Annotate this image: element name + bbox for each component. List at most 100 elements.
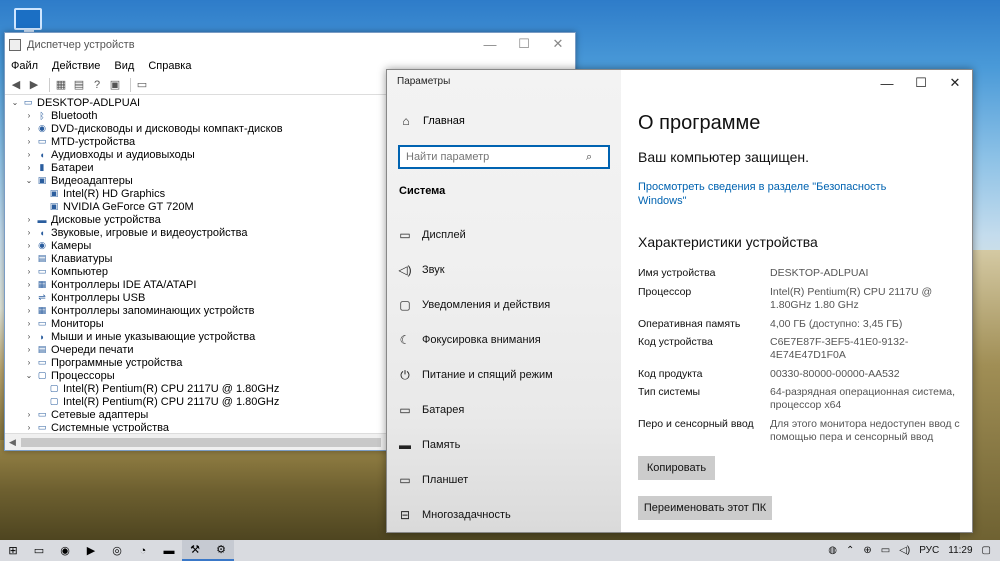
chevron-right-icon[interactable]: ›	[23, 137, 35, 146]
chevron-right-icon[interactable]: ›	[23, 319, 35, 328]
spec-value[interactable]: Intel(R) Pentium(R) CPU 2117U @ 1.80GHz …	[770, 286, 960, 312]
device-manager-taskbar-icon[interactable]: ⚒	[182, 540, 208, 561]
search-icon[interactable]: ⌕	[586, 151, 592, 164]
rename-pc-button[interactable]: Переименовать этот ПК	[638, 496, 772, 520]
chevron-right-icon[interactable]: ›	[23, 293, 35, 302]
display-icon: ▭	[399, 228, 411, 242]
chevron-down-icon[interactable]: ⌄	[9, 98, 21, 107]
back-arrow-icon[interactable]: ◀	[9, 78, 23, 92]
file-explorer-icon[interactable]: ▬	[156, 540, 182, 561]
media-player-icon[interactable]: ▶	[78, 540, 104, 561]
task-view-icon[interactable]: ▭	[26, 540, 52, 561]
app-circle-icon[interactable]: ◉	[52, 540, 78, 561]
nav-item[interactable]: ▭ Планшет	[398, 473, 468, 487]
maximize-icon[interactable]: ☐	[507, 33, 541, 55]
view-list-icon[interactable]: ▣	[108, 78, 122, 92]
battery-icon: ▮	[39, 162, 45, 172]
nav-item[interactable]: ▭ Дисплей	[398, 228, 465, 242]
wallpaper-dune-left	[0, 440, 390, 540]
spec-key: Код продукта	[638, 368, 703, 380]
language-indicator[interactable]: РУС	[919, 545, 939, 556]
nav-item[interactable]: ▬ Память	[398, 438, 460, 452]
chevron-right-icon[interactable]: ›	[23, 306, 35, 315]
chrome-icon[interactable]: ◎	[104, 540, 130, 561]
nav-item[interactable]: ⊟ Многозадачность	[398, 508, 511, 522]
chevron-right-icon[interactable]: ›	[23, 241, 35, 250]
notifications-icon[interactable]: ▢	[982, 545, 991, 556]
people-icon[interactable]: ◍	[828, 545, 837, 556]
volume-icon[interactable]: ◁)	[899, 545, 910, 556]
search-box[interactable]: ⌕	[398, 145, 610, 169]
chevron-right-icon[interactable]: ›	[23, 332, 35, 341]
clock[interactable]: 11:29	[948, 545, 972, 556]
monitor-icon[interactable]: ▭	[135, 78, 149, 92]
show-hide-tree-icon[interactable]: ▤	[72, 78, 86, 92]
network-adapter-icon: ▭	[37, 409, 47, 419]
spec-value[interactable]: 00330-80000-00000-AA532	[770, 368, 960, 381]
spec-value[interactable]: DESKTOP-ADLPUAI	[770, 267, 960, 280]
search-input[interactable]	[406, 151, 586, 163]
nav-item-label: Многозадачность	[422, 509, 511, 521]
maximize-icon[interactable]: ☐	[904, 70, 938, 96]
chevron-right-icon[interactable]: ›	[23, 410, 35, 419]
copy-button[interactable]: Копировать	[638, 456, 715, 480]
properties-icon[interactable]: ▦	[54, 78, 68, 92]
edge-icon[interactable]: ◔	[130, 540, 156, 561]
chevron-right-icon[interactable]: ›	[23, 267, 35, 276]
toolbar-divider	[49, 77, 50, 92]
tree-item-label: Дисковые устройства	[51, 213, 161, 226]
chevron-right-icon[interactable]: ›	[23, 358, 35, 367]
close-icon[interactable]: ✕	[541, 33, 575, 55]
battery-icon[interactable]: ▭	[881, 545, 890, 556]
menu-action[interactable]: Действие	[52, 60, 100, 72]
chevron-right-icon[interactable]: ›	[23, 345, 35, 354]
nav-item[interactable]: ☾ Фокусировка внимания	[398, 333, 541, 347]
tree-item-label: Компьютер	[51, 265, 108, 278]
sound-icon: ◁)	[398, 263, 412, 277]
minimize-icon[interactable]: —	[870, 70, 904, 96]
chevron-right-icon[interactable]: ›	[23, 280, 35, 289]
scrollbar-thumb[interactable]	[21, 438, 381, 447]
spec-value[interactable]: 64-разрядная операционная система, проце…	[770, 386, 960, 412]
chevron-right-icon[interactable]: ›	[23, 150, 35, 159]
spec-value[interactable]: Для этого монитора недоступен ввод с пом…	[770, 418, 960, 444]
display-adapter-icon: ▣	[37, 175, 47, 185]
settings-gear-icon[interactable]: ⚙	[208, 540, 234, 561]
tree-item-label: Контроллеры USB	[51, 291, 146, 304]
power-icon: ⏻	[400, 367, 410, 382]
spec-row: Перо и сенсорный ввод Для этого монитора …	[638, 418, 968, 444]
chevron-right-icon[interactable]: ›	[23, 163, 35, 172]
spec-value[interactable]: C6E7E87F-3EF5-41E0-9132-4E74E47D1F0A	[770, 336, 960, 362]
nav-home[interactable]: ⌂ Главная	[399, 114, 465, 128]
start-windows-icon[interactable]: ⊞	[0, 540, 26, 561]
nav-item[interactable]: ◁) Звук	[398, 263, 444, 277]
chevron-up-icon[interactable]: ⌃	[846, 545, 854, 556]
security-details-link[interactable]: Просмотреть сведения в разделе "Безопасн…	[638, 180, 888, 208]
chevron-right-icon[interactable]: ›	[23, 124, 35, 133]
nav-section-title: Система	[399, 185, 446, 197]
spec-value[interactable]: 4,00 ГБ (доступно: 3,45 ГБ)	[770, 318, 960, 331]
tree-item-label: Программные устройства	[51, 356, 183, 369]
chevron-right-icon[interactable]: ›	[23, 254, 35, 263]
scroll-left-icon[interactable]: ◀	[9, 437, 16, 448]
forward-arrow-icon[interactable]: ▶	[27, 78, 41, 92]
chevron-right-icon[interactable]: ›	[23, 228, 35, 237]
menu-file[interactable]: Файл	[11, 60, 38, 72]
help-icon[interactable]: ?	[90, 78, 104, 92]
menu-view[interactable]: Вид	[114, 60, 134, 72]
chevron-down-icon[interactable]: ⌄	[23, 371, 35, 380]
chevron-right-icon[interactable]: ›	[23, 215, 35, 224]
chevron-down-icon[interactable]: ⌄	[23, 176, 35, 185]
menu-help[interactable]: Справка	[148, 60, 191, 72]
chevron-right-icon[interactable]: ›	[23, 111, 35, 120]
close-icon[interactable]: ✕	[938, 70, 972, 96]
nav-item[interactable]: ▭ Батарея	[398, 403, 464, 417]
tree-item-label: Intel(R) Pentium(R) CPU 2117U @ 1.80GHz	[63, 382, 280, 395]
nav-item[interactable]: ▢ Уведомления и действия	[398, 298, 550, 312]
nav-item-label: Фокусировка внимания	[422, 334, 541, 346]
network-icon[interactable]: ⊕	[863, 545, 871, 556]
nav-item[interactable]: ⏻ Питание и спящий режим	[398, 367, 552, 382]
minimize-icon[interactable]: —	[473, 33, 507, 55]
desktop-computer-icon[interactable]	[14, 8, 42, 33]
chevron-right-icon[interactable]: ›	[23, 423, 35, 432]
